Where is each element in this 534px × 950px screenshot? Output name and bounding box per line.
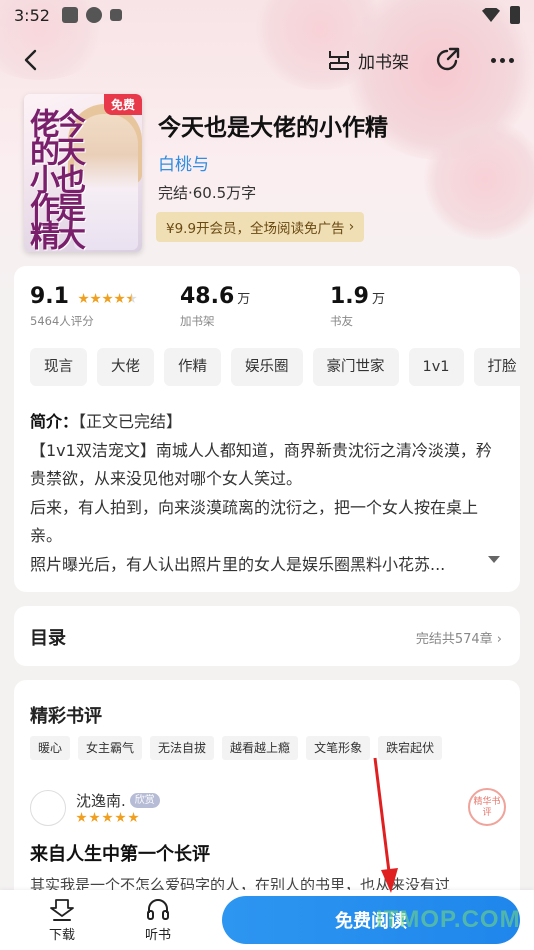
rating-value: 9.1: [30, 284, 69, 309]
book-intro[interactable]: 简介：【正文已完结】 【1v1双洁宠文】南城人人都知道，商界新贵沈衍之清冷淡漠，…: [30, 408, 506, 579]
tag-chip[interactable]: 1v1: [408, 348, 464, 386]
intro-line: 后来，有人拍到，向来淡漠疏离的沈衍之，把一个女人按在桌上亲。: [30, 497, 479, 546]
toc-title: 目录: [30, 628, 66, 649]
rating-count: 5464人评分: [30, 314, 94, 328]
reviewer-name[interactable]: 沈逸南.: [76, 790, 126, 811]
review-headline[interactable]: 来自人生中第一个长评: [30, 840, 210, 866]
star-icon: [114, 293, 125, 304]
toc-card[interactable]: 目录 完结共574章 ›: [14, 606, 520, 666]
notification-icon: [61, 7, 78, 23]
tag-chip[interactable]: 娱乐圈: [231, 348, 303, 386]
review-tag[interactable]: 女主霸气: [78, 736, 143, 760]
intro-line: 【1v1双洁宠文】南城人人都知道，商界新贵沈衍之清冷淡漠，矜贵禁欲，从来没见他对…: [30, 440, 492, 489]
expand-caret-icon[interactable]: [488, 556, 500, 563]
back-button[interactable]: [18, 46, 46, 74]
friends-count: 1.9: [330, 284, 369, 309]
stat-rating: 9.1 5464人评分: [30, 284, 180, 329]
add-to-shelf-label: 加书架: [358, 52, 409, 73]
more-button[interactable]: [486, 44, 518, 76]
stat-friends: 1.9 万 书友: [330, 284, 480, 329]
watermark: ITMOP.COM: [376, 906, 521, 933]
tag-chip[interactable]: 打脸: [473, 348, 520, 386]
star-icon: [128, 812, 139, 823]
headphones-icon: [147, 899, 169, 920]
share-icon: [436, 47, 460, 71]
bookshelf-icon: [329, 51, 349, 70]
chevron-right-icon: ›: [348, 219, 355, 235]
tag-list: 现言 大佬 作精 娱乐圈 豪门世家 1v1 打脸: [30, 348, 520, 386]
review-tag[interactable]: 越看越上瘾: [222, 736, 299, 760]
review-tag[interactable]: 跌宕起伏: [378, 736, 443, 760]
download-icon: [50, 899, 74, 921]
review-stars: [76, 812, 139, 823]
book-title: 今天也是大佬的小作精: [158, 115, 388, 141]
tag-chip[interactable]: 作精: [164, 348, 221, 386]
battery-icon: [510, 6, 520, 24]
star-icon: [89, 812, 100, 823]
star-icon: [76, 812, 87, 823]
star-icon: [115, 812, 126, 823]
back-arrow-icon: [24, 49, 37, 71]
star-icon: [90, 293, 101, 304]
text-icon: [109, 9, 122, 21]
reviewer-avatar[interactable]: [30, 790, 66, 826]
intro-line: 照片曝光后，有人认出照片里的女人是娱乐圈黑料小花苏...: [30, 554, 446, 574]
shelf-label: 加书架: [180, 314, 215, 328]
vip-promo-text: ¥9.9开会员，全场阅读免广告: [166, 221, 345, 237]
tag-chip[interactable]: 大佬: [97, 348, 154, 386]
top-bar: 加书架: [0, 36, 534, 84]
download-label: 下载: [48, 928, 75, 943]
wifi-icon: [482, 8, 500, 22]
add-to-shelf-button[interactable]: 加书架: [326, 44, 409, 76]
book-meta: 完结·60.5万字: [158, 184, 257, 202]
status-bar: 3:52: [0, 0, 534, 30]
star-icon: [102, 293, 113, 304]
half-star-icon: [126, 293, 137, 304]
cover-title-art: 今天也是大佬的小作精: [24, 108, 85, 248]
intro-label: 简介：: [30, 412, 79, 431]
review-tag[interactable]: 暖心: [30, 736, 71, 760]
free-badge: 免费: [103, 94, 142, 115]
reviews-title: 精彩书评: [30, 706, 102, 727]
star-icon: [78, 293, 89, 304]
more-dot-icon: [490, 57, 496, 63]
app-icon: [85, 7, 102, 23]
rating-stars: [78, 293, 137, 304]
review-tag[interactable]: 无法自拔: [150, 736, 215, 760]
listen-label: 听书: [144, 928, 171, 943]
review-tag[interactable]: 文笔形象: [306, 736, 371, 760]
more-dot-icon: [508, 57, 514, 63]
stat-shelf: 48.6 万 加书架: [180, 284, 330, 329]
featured-review-seal-icon: 精华书评: [468, 788, 506, 826]
tag-chip[interactable]: 豪门世家: [312, 348, 399, 386]
vip-promo-banner[interactable]: ¥9.9开会员，全场阅读免广告 ›: [156, 212, 365, 242]
shelf-count: 48.6: [180, 284, 235, 309]
share-button[interactable]: [432, 44, 464, 76]
tag-chip[interactable]: 现言: [30, 348, 87, 386]
listen-button[interactable]: 听书: [128, 896, 188, 943]
shelf-unit: 万: [237, 292, 251, 307]
book-author-link[interactable]: 白桃与: [158, 150, 209, 175]
friends-label: 书友: [330, 314, 353, 328]
download-button[interactable]: 下载: [32, 896, 92, 943]
more-dot-icon: [499, 57, 505, 63]
status-time: 3:52: [14, 5, 50, 25]
book-cover[interactable]: 今天也是大佬的小作精 免费: [24, 94, 142, 252]
intro-line: 【正文已完结】: [78, 412, 183, 431]
reviewer-badge: 欣赏: [129, 793, 160, 808]
toc-summary: 完结共574章 ›: [415, 632, 502, 647]
stats-row: 9.1 5464人评分 48.6 万 加书架 1.9 万 书友: [30, 284, 480, 329]
reviewer-info: 沈逸南. 欣赏: [76, 790, 160, 811]
friends-unit: 万: [371, 292, 385, 307]
star-icon: [102, 812, 113, 823]
review-tag-list: 暖心 女主霸气 无法自拔 越看越上瘾 文笔形象 跌宕起伏: [30, 736, 443, 760]
book-info-card: 9.1 5464人评分 48.6 万 加书架 1.9 万 书友 现言 大佬 作精 娱…: [14, 266, 520, 592]
